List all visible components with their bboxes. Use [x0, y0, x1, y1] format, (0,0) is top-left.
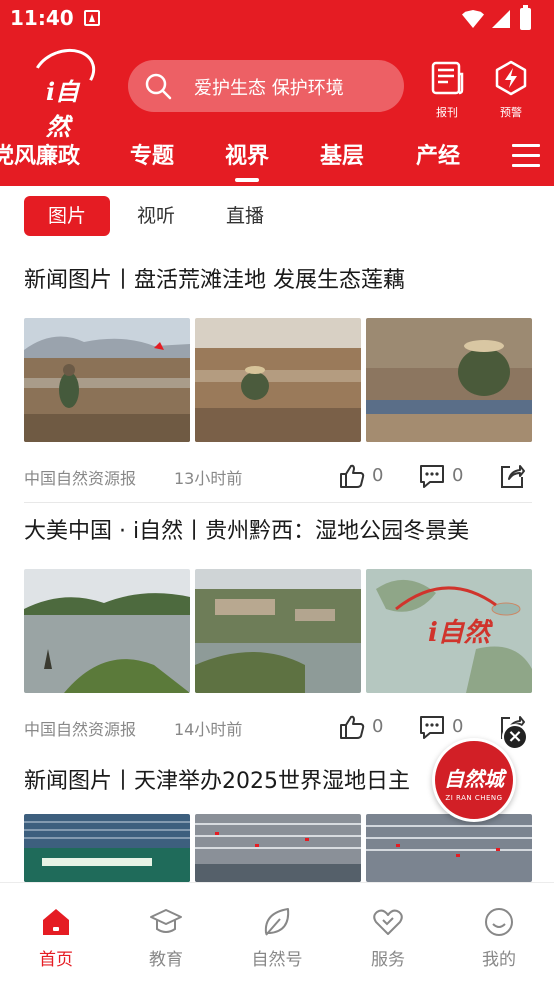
bottom-nav-profile[interactable]: 我的	[459, 905, 539, 970]
article-source: 中国自然资源报	[24, 720, 137, 739]
article-image[interactable]	[24, 814, 190, 882]
ziran-city-float-badge[interactable]: 自然城 ZI RAN CHENG	[432, 738, 516, 822]
app-logo[interactable]: i自然	[25, 40, 103, 141]
article-meta: 中国自然资源报 14小时前 0 0	[24, 713, 532, 741]
thumbs-up-icon	[340, 464, 365, 488]
status-bar: 11:40	[0, 0, 554, 36]
tab-party-integrity[interactable]: 党风廉政	[0, 138, 80, 170]
subtab-pictures[interactable]: 图片	[24, 196, 111, 236]
comment-icon	[420, 465, 444, 488]
article-image[interactable]	[24, 318, 190, 442]
article-card[interactable]: 新闻图片丨盘活荒滩洼地 发展生态莲藕 中国自然资源报 13小时前 0 0	[24, 262, 532, 503]
heart-icon	[373, 909, 403, 935]
divider	[24, 502, 532, 503]
bottom-nav-nature-account[interactable]: 自然号	[237, 905, 317, 970]
article-thumbnails	[24, 814, 532, 882]
bottom-nav-services[interactable]: 服务	[348, 905, 428, 970]
notification-app-icon	[84, 10, 100, 26]
like-button[interactable]: 0	[338, 713, 388, 741]
comment-icon	[420, 716, 444, 739]
comment-count: 0	[452, 716, 464, 737]
like-count: 0	[372, 716, 384, 737]
menu-icon[interactable]	[512, 144, 540, 168]
bottom-nav-label: 服务	[371, 950, 405, 970]
comment-button[interactable]: 0	[418, 462, 468, 490]
search-input[interactable]: 爱护生态 保护环境	[128, 60, 404, 112]
article-image[interactable]: i自然	[366, 569, 532, 693]
comment-button[interactable]: 0	[418, 713, 468, 741]
search-placeholder: 爱护生态 保护环境	[194, 78, 344, 99]
bottom-nav-home[interactable]: 首页	[16, 905, 96, 970]
warning-bolt-icon	[495, 60, 527, 96]
cell-signal-icon	[492, 10, 510, 28]
warning-label: 预警	[500, 106, 522, 119]
bottom-nav-label: 自然号	[251, 950, 303, 970]
sub-tabs: 图片 视听 直播	[0, 186, 554, 246]
wifi-icon	[462, 10, 484, 28]
tab-industry[interactable]: 产经	[416, 138, 460, 170]
bottom-nav-label: 我的	[482, 950, 516, 970]
battery-icon	[520, 5, 531, 30]
channel-nav: 党风廉政 专题 视界 基层 产经	[0, 130, 554, 186]
subtab-live[interactable]: 直播	[202, 196, 288, 236]
article-image[interactable]	[366, 814, 532, 882]
graduation-cap-icon	[150, 909, 182, 933]
article-title[interactable]: 新闻图片丨盘活荒滩洼地 发展生态莲藕	[24, 262, 405, 294]
tab-grassroots[interactable]: 基层	[320, 138, 364, 170]
tab-topics[interactable]: 专题	[130, 138, 174, 170]
article-card[interactable]: 大美中国 · i自然丨贵州黔西：湿地公园冬景美 i自然 中国自然资源报 14小时…	[24, 513, 532, 753]
article-meta: 中国自然资源报 13小时前 0 0	[24, 462, 532, 490]
share-icon	[501, 465, 525, 488]
article-image[interactable]	[195, 569, 361, 693]
smiley-icon	[485, 908, 513, 936]
newspaper-icon	[431, 61, 464, 95]
search-icon	[145, 73, 172, 100]
article-title[interactable]: 大美中国 · i自然丨贵州黔西：湿地公园冬景美	[24, 513, 469, 545]
article-image[interactable]	[195, 814, 361, 882]
svg-text:i自然: i自然	[428, 618, 494, 648]
home-icon	[43, 909, 69, 935]
like-button[interactable]: 0	[338, 462, 388, 490]
article-source: 中国自然资源报	[24, 469, 137, 488]
comment-count: 0	[452, 465, 464, 486]
float-badge-title: 自然城	[444, 767, 504, 791]
article-image[interactable]	[24, 569, 190, 693]
status-time: 11:40	[10, 6, 74, 30]
like-count: 0	[372, 465, 384, 486]
warning-button[interactable]: 预警	[486, 60, 536, 122]
article-time: 14小时前	[174, 720, 243, 739]
bottom-nav-label: 首页	[39, 950, 73, 970]
newspaper-button[interactable]: 报刊	[422, 60, 472, 122]
bottom-nav: 首页 教育 自然号 服务 我的	[0, 882, 554, 984]
thumbs-up-icon	[340, 715, 365, 739]
status-indicators	[462, 5, 542, 30]
close-icon[interactable]: ×	[502, 724, 528, 750]
share-button[interactable]	[498, 462, 526, 490]
article-thumbnails	[24, 318, 532, 442]
bottom-nav-label: 教育	[149, 950, 183, 970]
app-header: 11:40 i自然 爱护生态 保护环境 报刊 预警 党风廉政 专题 视界 基层 …	[0, 0, 554, 186]
leaf-icon	[264, 908, 290, 936]
article-time: 13小时前	[174, 469, 243, 488]
article-image[interactable]	[366, 318, 532, 442]
article-thumbnails: i自然	[24, 569, 532, 693]
article-title[interactable]: 新闻图片丨天津举办2025世界湿地日主	[24, 763, 410, 795]
bottom-nav-education[interactable]: 教育	[126, 905, 206, 970]
float-badge-subtitle: ZI RAN CHENG	[445, 794, 503, 802]
newspaper-label: 报刊	[436, 106, 458, 119]
tab-vision[interactable]: 视界	[225, 138, 269, 182]
article-image[interactable]	[195, 318, 361, 442]
subtab-audio-video[interactable]: 视听	[113, 196, 199, 236]
